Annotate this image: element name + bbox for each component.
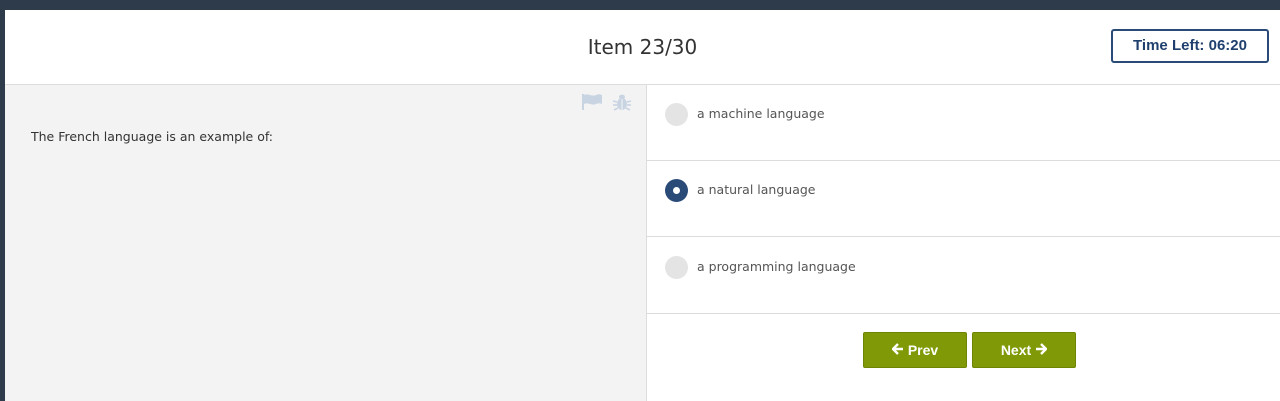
arrow-left-icon: [891, 343, 904, 357]
answer-pane: a machine language a natural language a …: [647, 85, 1280, 401]
option-label: a programming language: [697, 259, 856, 274]
prev-button[interactable]: Prev: [863, 332, 967, 368]
radio-button-selected[interactable]: [665, 179, 688, 202]
arrow-right-icon: [1035, 343, 1048, 357]
navigation-buttons: Prev Next: [863, 332, 1076, 368]
radio-button[interactable]: [665, 256, 688, 279]
option-label: a machine language: [697, 106, 825, 121]
answer-option-1[interactable]: a machine language: [647, 85, 1280, 161]
question-text: The French language is an example of:: [31, 129, 274, 144]
quiz-header: Item 23/30 Time Left: 06:20: [5, 10, 1280, 85]
next-label: Next: [1000, 342, 1032, 358]
question-pane: The French language is an example of:: [5, 85, 647, 401]
prev-label: Prev: [907, 342, 939, 358]
option-label: a natural language: [697, 182, 816, 197]
answer-option-2[interactable]: a natural language: [647, 161, 1280, 237]
next-button[interactable]: Next: [972, 332, 1076, 368]
time-left-badge: Time Left: 06:20: [1111, 29, 1269, 63]
flag-icon[interactable]: [581, 93, 603, 111]
question-tools: [581, 93, 633, 111]
quiz-frame: Item 23/30 Time Left: 06:20 The French l…: [5, 10, 1280, 401]
bug-icon[interactable]: [611, 93, 633, 111]
item-counter: Item 23/30: [587, 35, 698, 59]
answer-option-3[interactable]: a programming language: [647, 238, 1280, 314]
radio-button[interactable]: [665, 103, 688, 126]
